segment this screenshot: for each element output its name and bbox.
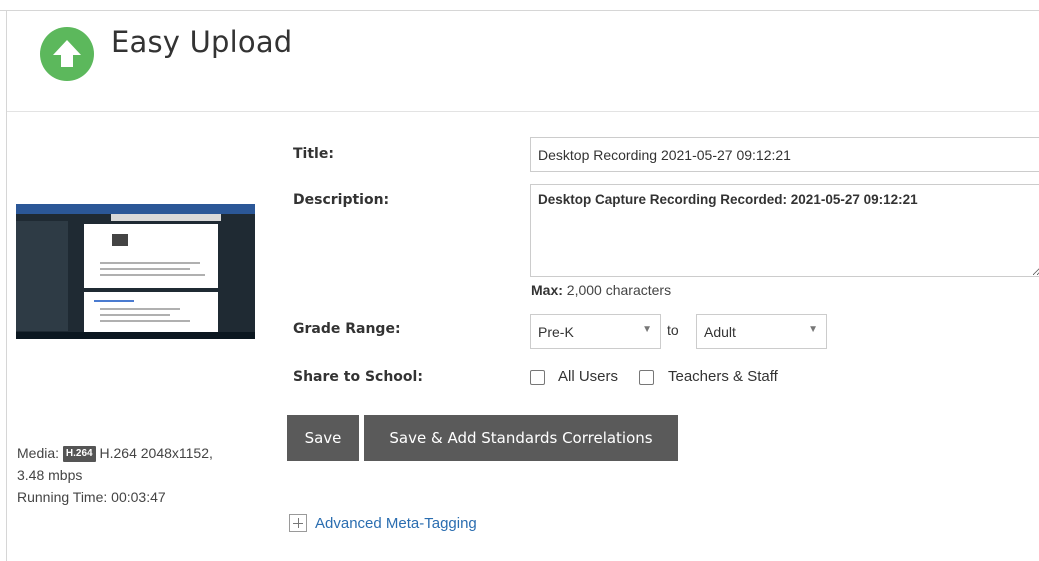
all-users-checkbox[interactable] xyxy=(530,370,545,385)
dropdown-arrow-icon: ▼ xyxy=(808,324,818,335)
share-to-school-label: Share to School: xyxy=(293,369,423,385)
codec-badge: H.264 xyxy=(62,446,96,462)
teachers-staff-label[interactable]: Teachers & Staff xyxy=(668,368,778,385)
media-info: Media: H.264 H.264 2048x1152, 3.48 mbps … xyxy=(17,442,257,508)
video-thumbnail[interactable] xyxy=(16,204,255,339)
teachers-staff-checkbox[interactable] xyxy=(639,370,654,385)
all-users-label[interactable]: All Users xyxy=(558,368,618,385)
title-input[interactable] xyxy=(530,137,1039,172)
grade-from-value: Pre-K xyxy=(538,324,574,340)
grade-to-value: Adult xyxy=(704,324,736,340)
advanced-meta-tagging-label: Advanced Meta-Tagging xyxy=(315,514,477,532)
codec-name: H.264 xyxy=(99,445,137,461)
advanced-meta-tagging-link[interactable]: Advanced Meta-Tagging xyxy=(289,514,477,532)
max-value: 2,000 characters xyxy=(566,282,672,298)
running-time-label: Running Time: xyxy=(17,489,108,505)
save-add-standards-button[interactable]: Save & Add Standards Correlations xyxy=(364,415,678,461)
media-line: Media: H.264 H.264 2048x1152, xyxy=(17,442,257,464)
max-label: Max: xyxy=(531,282,563,298)
grade-to-label: to xyxy=(667,322,679,338)
resolution: 2048x1152, xyxy=(140,445,213,461)
description-label: Description: xyxy=(293,192,390,208)
media-label: Media: xyxy=(17,445,60,461)
upload-arrow-icon xyxy=(40,27,94,81)
running-time-line: Running Time: 00:03:47 xyxy=(17,486,257,508)
page-title: Easy Upload xyxy=(111,25,293,59)
save-button[interactable]: Save xyxy=(287,415,359,461)
running-time-value: 00:03:47 xyxy=(111,489,166,505)
title-label: Title: xyxy=(293,146,334,162)
grade-from-select[interactable]: Pre-K ▼ xyxy=(530,314,661,349)
description-textarea[interactable]: Desktop Capture Recording Recorded: 2021… xyxy=(530,184,1039,277)
grade-range-label: Grade Range: xyxy=(293,321,401,337)
bitrate: 3.48 mbps xyxy=(17,467,83,483)
expand-plus-icon xyxy=(289,514,307,532)
grade-to-select[interactable]: Adult ▼ xyxy=(696,314,827,349)
page-header: Easy Upload xyxy=(7,11,1039,112)
max-characters-note: Max: 2,000 characters xyxy=(531,282,671,298)
dropdown-arrow-icon: ▼ xyxy=(642,324,652,335)
